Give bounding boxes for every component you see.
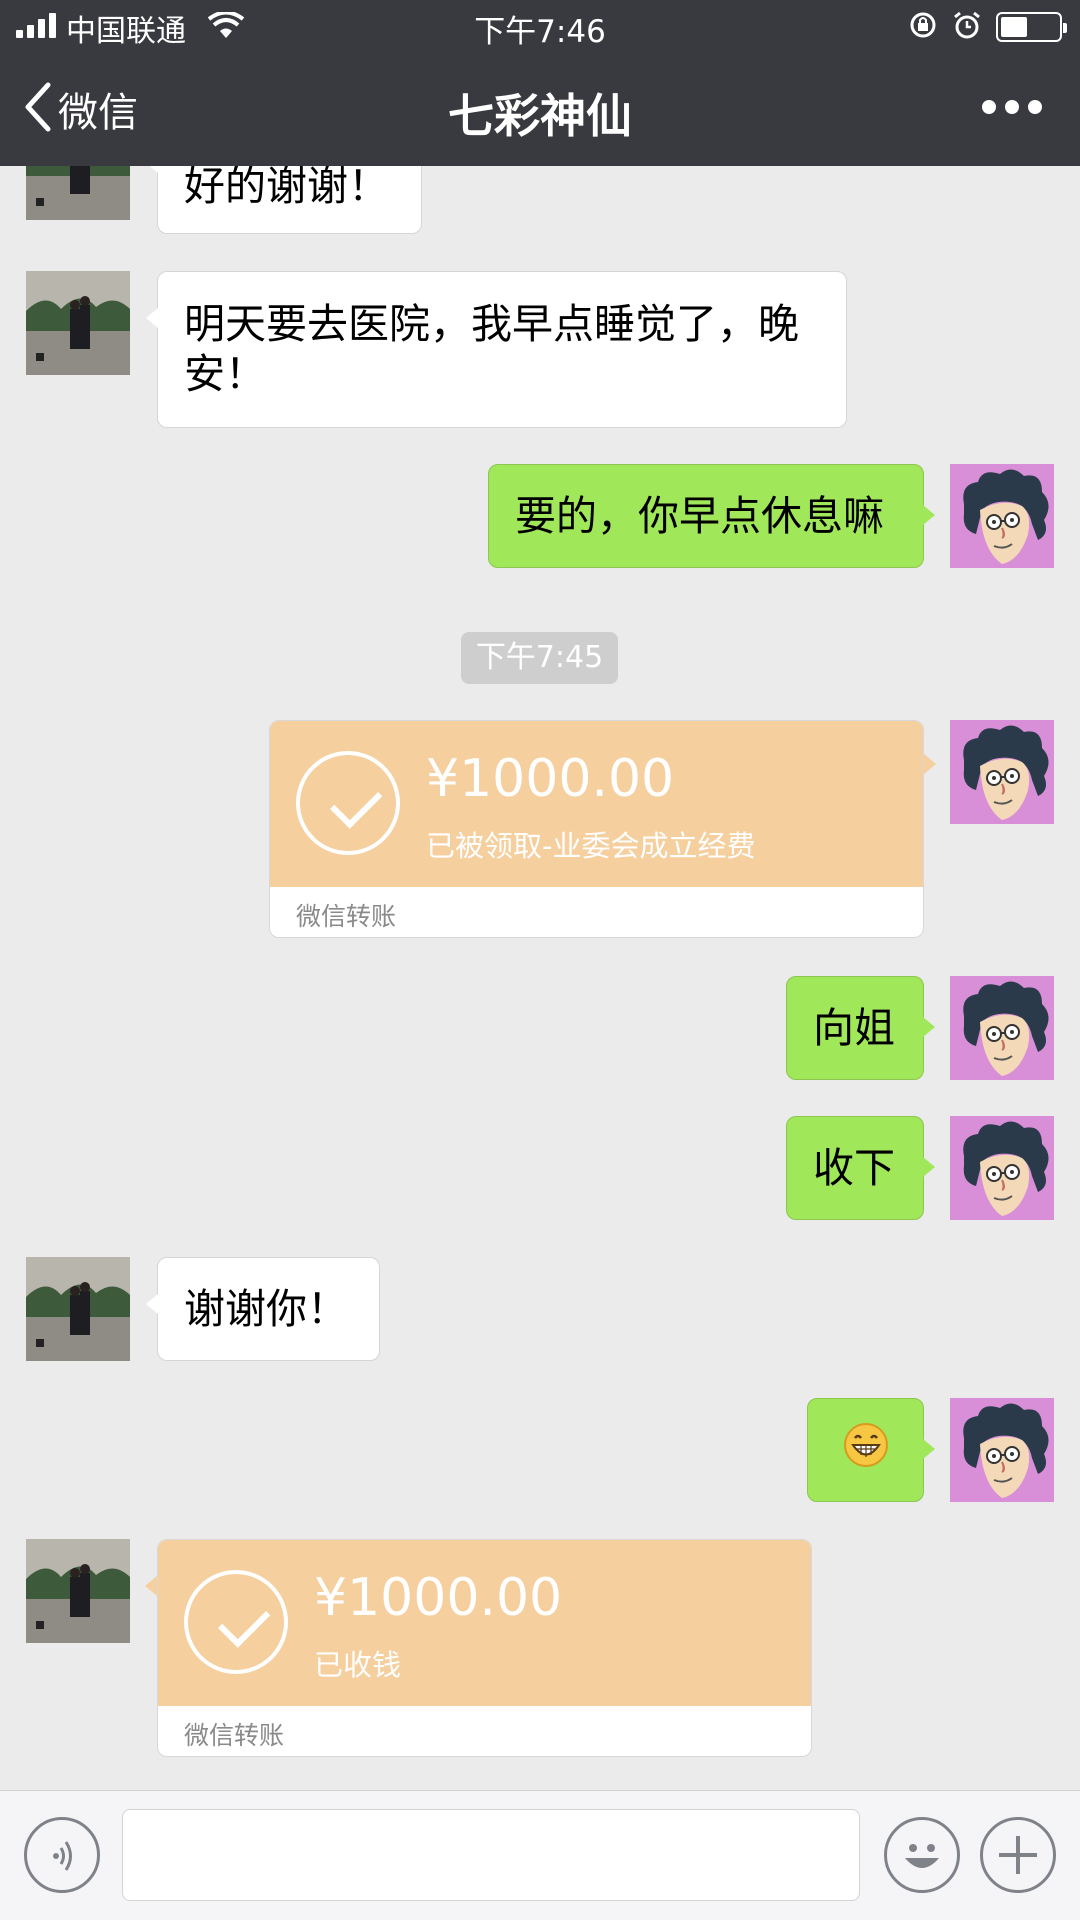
voice-icon <box>53 1841 72 1871</box>
timestamp: 下午7:45 <box>461 632 618 684</box>
nav-bar: 微信 七彩神仙 <box>0 54 1080 166</box>
my-avatar[interactable] <box>950 976 1054 1080</box>
more-actions-button[interactable] <box>980 1817 1056 1893</box>
emoji-icon <box>905 1844 939 1868</box>
message-bubble-sent[interactable]: 向姐 <box>786 976 935 1080</box>
my-avatar[interactable] <box>950 1398 1054 1502</box>
transfer-label: 微信转账 <box>296 902 397 931</box>
battery-icon <box>996 12 1067 42</box>
my-avatar[interactable] <box>950 464 1054 568</box>
message-text: 收下 <box>813 1144 895 1192</box>
message-text: 谢谢你！ <box>184 1285 348 1333</box>
message-text: 向姐 <box>813 1004 895 1052</box>
contact-avatar[interactable] <box>26 166 130 220</box>
bubble-tail <box>145 1576 157 1596</box>
message-input[interactable] <box>122 1809 860 1901</box>
message-bubble-received[interactable]: 谢谢你！ <box>146 1257 380 1361</box>
message-bubble-sent[interactable]: 要的，你早点休息嘛 <box>488 464 935 568</box>
rotation-lock-icon <box>908 10 938 44</box>
transfer-status: 已被领取-业委会成立经费 <box>426 829 756 863</box>
message-text: 明天要去医院，我早点睡觉了，晚安！ <box>184 300 799 398</box>
contact-avatar[interactable] <box>26 1257 130 1361</box>
message-text: 要的，你早点休息嘛 <box>515 492 884 540</box>
message-bubble-sent[interactable]: 收下 <box>786 1116 935 1220</box>
status-bar: 中国联通 下午7:46 <box>0 0 1080 54</box>
transfer-amount: ¥1000.00 <box>426 749 675 809</box>
plus-icon <box>999 1836 1037 1874</box>
my-avatar[interactable] <box>950 720 1054 824</box>
voice-button[interactable] <box>24 1817 100 1893</box>
check-circle-icon <box>296 751 400 855</box>
check-circle-icon <box>184 1570 288 1674</box>
grinning-face-emoji-icon <box>843 1422 889 1479</box>
transfer-amount: ¥1000.00 <box>314 1568 563 1628</box>
more-options-button[interactable] <box>982 100 1042 114</box>
message-bubble-received[interactable]: 明天要去医院，我早点睡觉了，晚安！ <box>146 271 847 428</box>
chat-area[interactable]: 好的谢谢！ 明天要去医院，我早点睡觉了，晚安！ 要的，你早点休息嘛 下午7:45… <box>0 166 1080 1790</box>
transfer-label: 微信转账 <box>184 1721 285 1750</box>
message-bubble-received[interactable]: 好的谢谢！ <box>146 166 422 234</box>
top-bar: 中国联通 下午7:46 微信 七彩神仙 <box>0 0 1080 166</box>
my-avatar[interactable] <box>950 1116 1054 1220</box>
input-bar <box>0 1790 1080 1920</box>
chat-title: 七彩神仙 <box>448 89 632 143</box>
alarm-icon <box>952 10 982 44</box>
contact-avatar[interactable] <box>26 271 130 375</box>
transfer-status: 已收钱 <box>314 1648 402 1682</box>
message-text: 好的谢谢！ <box>184 166 389 210</box>
battery-level <box>1001 17 1028 37</box>
transfer-card-received[interactable]: ¥1000.00 已收钱 微信转账 <box>157 1539 812 1757</box>
contact-avatar[interactable] <box>26 1539 130 1643</box>
bubble-tail <box>924 754 936 774</box>
message-bubble-sent[interactable] <box>807 1398 935 1502</box>
emoji-button[interactable] <box>884 1817 960 1893</box>
transfer-card-sent[interactable]: ¥1000.00 已被领取-业委会成立经费 微信转账 <box>269 720 924 938</box>
